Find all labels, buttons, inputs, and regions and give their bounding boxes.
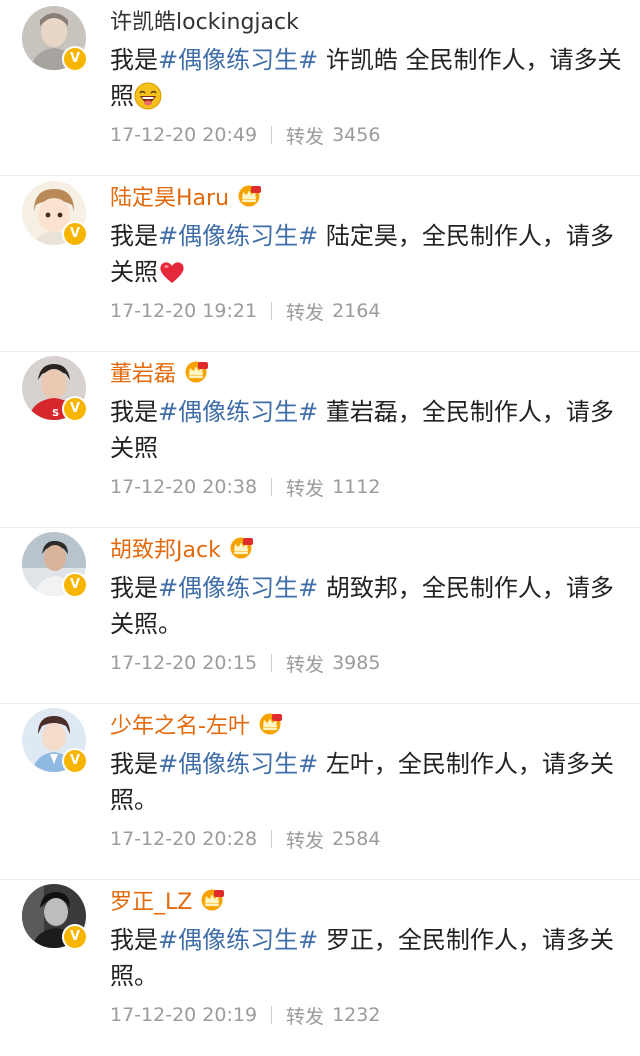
repost-count: 1112 bbox=[332, 476, 381, 498]
repost-count: 2164 bbox=[332, 300, 381, 322]
post-prefix: 我是 bbox=[110, 926, 158, 954]
vip-crown-icon[interactable] bbox=[182, 360, 210, 384]
avatar[interactable]: V bbox=[22, 532, 88, 598]
post-meta: 17-12-20 20:28 转发 2584 bbox=[110, 825, 380, 853]
weibo-comment-feed: V 许凯皓lockingjack 我是#偶像练习生# 许凯皓 全民制作人，请多关… bbox=[0, 0, 640, 1030]
post-content: 我是#偶像练习生# 罗正，全民制作人，请多关照。 bbox=[110, 922, 625, 994]
avatar[interactable]: V bbox=[22, 181, 88, 247]
repost-label[interactable]: 转发 bbox=[286, 650, 324, 677]
verified-v-icon: V bbox=[62, 572, 88, 598]
hashtag-link[interactable]: #偶像练习生# bbox=[158, 750, 318, 778]
repost-label[interactable]: 转发 bbox=[286, 826, 324, 853]
username[interactable]: 罗正_LZ bbox=[110, 884, 192, 916]
username[interactable]: 董岩磊 bbox=[110, 356, 176, 388]
vip-crown-icon[interactable] bbox=[256, 712, 284, 736]
post-time: 17-12-20 20:19 bbox=[110, 1004, 258, 1026]
repost-label[interactable]: 转发 bbox=[286, 298, 324, 325]
post-meta: 17-12-20 20:15 转发 3985 bbox=[110, 649, 380, 677]
hashtag-link[interactable]: #偶像练习生# bbox=[158, 926, 318, 954]
post-time: 17-12-20 20:49 bbox=[110, 124, 258, 146]
name-row: 少年之名-左叶 bbox=[110, 708, 284, 740]
post-meta: 17-12-20 20:49 转发 3456 bbox=[110, 121, 380, 149]
avatar[interactable]: V bbox=[22, 6, 88, 72]
post-prefix: 我是 bbox=[110, 574, 158, 602]
post-time: 17-12-20 20:38 bbox=[110, 476, 258, 498]
post-prefix: 我是 bbox=[110, 46, 158, 74]
vip-crown-icon[interactable] bbox=[198, 888, 226, 912]
post-time: 17-12-20 19:21 bbox=[110, 300, 258, 322]
post-prefix: 我是 bbox=[110, 750, 158, 778]
name-row: 胡致邦Jack bbox=[110, 532, 255, 564]
post-meta: 17-12-20 20:38 转发 1112 bbox=[110, 473, 380, 501]
post-item: V 胡致邦Jack 我是#偶像练习生# 胡致邦，全民制作人，请多关照。 17-1… bbox=[0, 528, 640, 704]
verified-v-icon: V bbox=[62, 46, 88, 72]
svg-text:S: S bbox=[52, 408, 59, 419]
name-row: 董岩磊 bbox=[110, 356, 210, 388]
post-content: 我是#偶像练习生# 左叶，全民制作人，请多关照。 bbox=[110, 746, 625, 818]
verified-v-icon: V bbox=[62, 748, 88, 774]
verified-v-icon: V bbox=[62, 924, 88, 950]
post-prefix: 我是 bbox=[110, 222, 158, 250]
post-item: V 许凯皓lockingjack 我是#偶像练习生# 许凯皓 全民制作人，请多关… bbox=[0, 0, 640, 176]
verified-v-icon: V bbox=[62, 396, 88, 422]
post-time: 17-12-20 20:15 bbox=[110, 652, 258, 674]
hashtag-link[interactable]: #偶像练习生# bbox=[158, 46, 318, 74]
post-prefix: 我是 bbox=[110, 398, 158, 426]
meta-divider bbox=[271, 830, 273, 848]
post-content: 我是#偶像练习生# 董岩磊，全民制作人，请多关照 bbox=[110, 394, 625, 466]
repost-label[interactable]: 转发 bbox=[286, 122, 324, 149]
post-item: S V 董岩磊 我是#偶像练习生# 董岩磊，全民制作人，请多关照 17-12-2… bbox=[0, 352, 640, 528]
post-time: 17-12-20 20:28 bbox=[110, 828, 258, 850]
repost-label[interactable]: 转发 bbox=[286, 474, 324, 501]
hashtag-link[interactable]: #偶像练习生# bbox=[158, 574, 318, 602]
red-heart-emoji bbox=[160, 262, 184, 283]
avatar[interactable]: V bbox=[22, 708, 88, 774]
name-row: 陆定昊Haru bbox=[110, 180, 263, 212]
username[interactable]: 许凯皓lockingjack bbox=[110, 4, 299, 36]
vip-crown-icon[interactable] bbox=[235, 184, 263, 208]
post-content: 我是#偶像练习生# 许凯皓 全民制作人，请多关照 bbox=[110, 42, 625, 114]
repost-count: 1232 bbox=[332, 1004, 381, 1026]
post-content: 我是#偶像练习生# 胡致邦，全民制作人，请多关照。 bbox=[110, 570, 625, 642]
repost-label[interactable]: 转发 bbox=[286, 1002, 324, 1029]
repost-count: 3456 bbox=[332, 124, 381, 146]
post-meta: 17-12-20 20:19 转发 1232 bbox=[110, 1001, 380, 1029]
vip-crown-icon[interactable] bbox=[227, 536, 255, 560]
avatar[interactable]: V bbox=[22, 884, 88, 950]
meta-divider bbox=[271, 654, 273, 672]
post-meta: 17-12-20 19:21 转发 2164 bbox=[110, 297, 380, 325]
grinning-face-emoji bbox=[134, 82, 162, 110]
name-row: 罗正_LZ bbox=[110, 884, 226, 916]
username[interactable]: 胡致邦Jack bbox=[110, 532, 221, 564]
username[interactable]: 少年之名-左叶 bbox=[110, 708, 250, 740]
name-row: 许凯皓lockingjack bbox=[110, 4, 299, 36]
verified-v-icon: V bbox=[62, 221, 88, 247]
post-content: 我是#偶像练习生# 陆定昊，全民制作人，请多关照 bbox=[110, 218, 625, 290]
post-item: V 少年之名-左叶 我是#偶像练习生# 左叶，全民制作人，请多关照。 17-12… bbox=[0, 704, 640, 880]
hashtag-link[interactable]: #偶像练习生# bbox=[158, 398, 318, 426]
repost-count: 3985 bbox=[332, 652, 381, 674]
repost-count: 2584 bbox=[332, 828, 381, 850]
meta-divider bbox=[271, 302, 273, 320]
post-item: V 陆定昊Haru 我是#偶像练习生# 陆定昊，全民制作人，请多关照 17-12… bbox=[0, 176, 640, 352]
meta-divider bbox=[271, 126, 273, 144]
meta-divider bbox=[271, 478, 273, 496]
avatar[interactable]: S V bbox=[22, 356, 88, 422]
username[interactable]: 陆定昊Haru bbox=[110, 180, 229, 212]
meta-divider bbox=[271, 1006, 273, 1024]
hashtag-link[interactable]: #偶像练习生# bbox=[158, 222, 318, 250]
